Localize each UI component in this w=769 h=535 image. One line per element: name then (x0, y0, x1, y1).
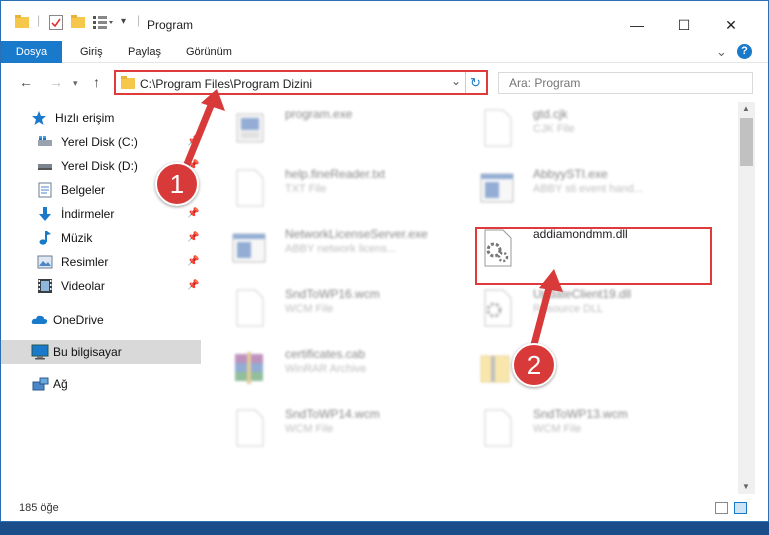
step-marker-1: 1 (155, 162, 199, 206)
annotation-arrows (177, 89, 563, 357)
explorer-window: | ▾ | Program — ☐ ✕ Dosya Giriş Paylaş G… (0, 0, 769, 522)
step-marker-2: 2 (512, 343, 556, 387)
arrow-2-head (539, 269, 563, 292)
